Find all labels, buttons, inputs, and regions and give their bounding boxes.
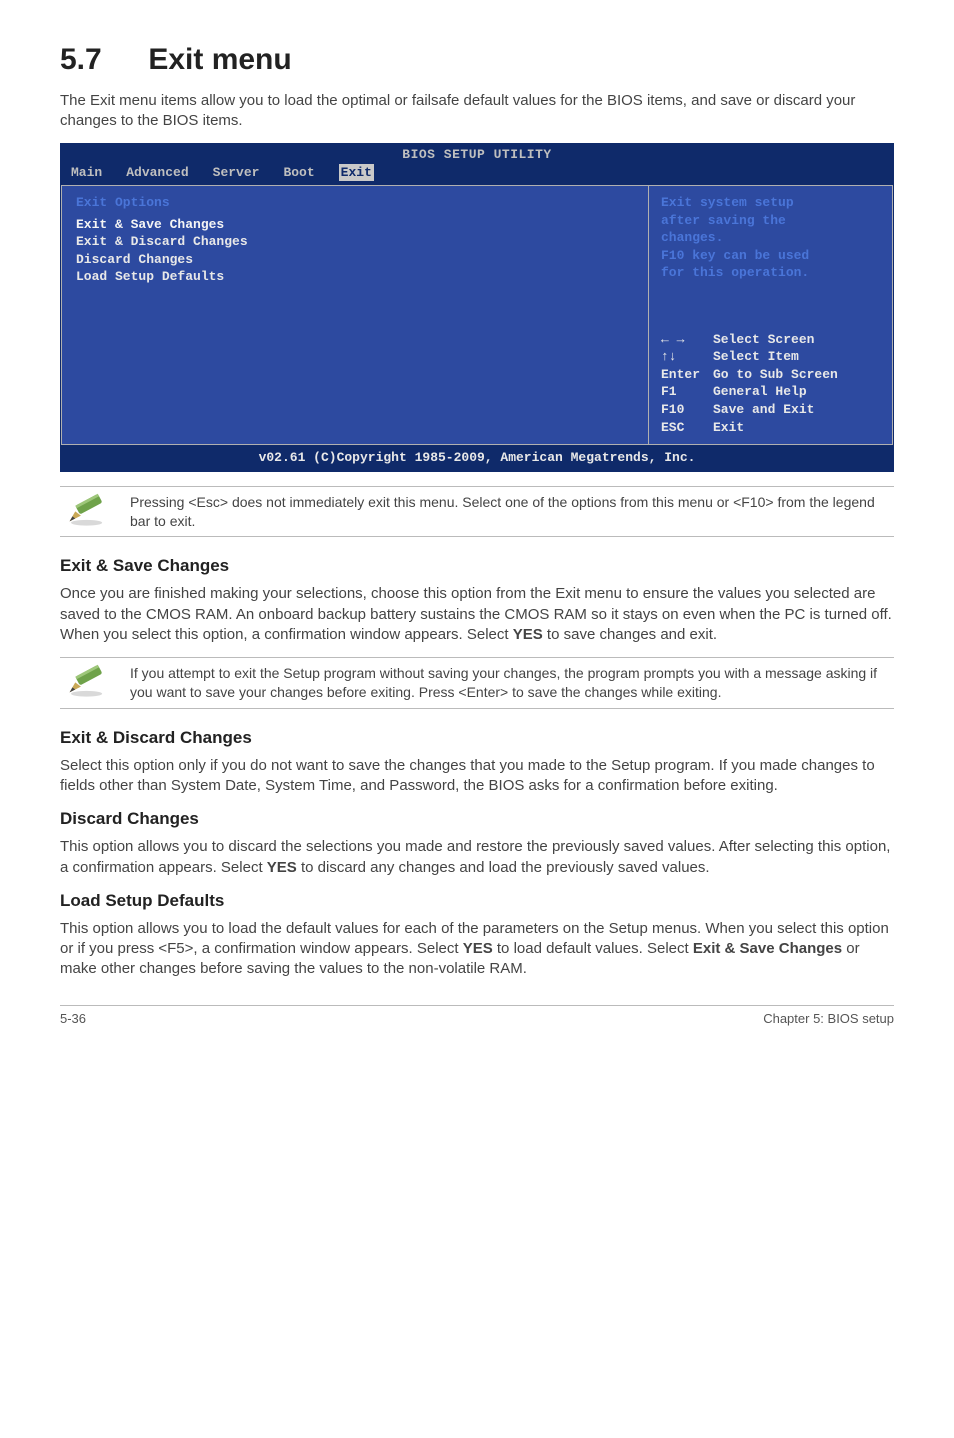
bios-screenshot: BIOS SETUP UTILITY Main Advanced Server … [60,143,894,472]
bios-tab-exit: Exit [339,164,374,182]
bios-left-header: Exit Options [76,194,634,212]
bold-exitsave: Exit & Save Changes [693,940,842,957]
bios-nav-legend: ← →Select Screen ↑↓Select Item EnterGo t… [661,331,880,436]
text-fragment: to discard any changes and load the prev… [297,859,710,876]
section-heading-save: Exit & Save Changes [60,555,894,578]
section-body-save: Once you are finished making your select… [60,584,894,645]
bios-nav-row: ESCExit [661,419,880,437]
bios-title: BIOS SETUP UTILITY [61,144,893,164]
bios-nav-row: F1General Help [661,383,880,401]
bios-nav-label: Select Item [713,348,799,366]
bios-tab-main: Main [71,164,102,182]
bios-nav-row: ← →Select Screen [661,331,880,349]
bios-nav-key: ESC [661,419,713,437]
note-text: If you attempt to exit the Setup program… [130,664,894,702]
bold-yes: YES [513,626,543,643]
bios-right-pane: Exit system setup after saving the chang… [648,185,893,445]
heading-title: Exit menu [148,43,291,76]
bios-nav-label: Exit [713,419,744,437]
section-body-discard: This option allows you to discard the se… [60,837,894,878]
bold-yes: YES [463,940,493,957]
bios-nav-key: ↑↓ [661,348,713,366]
bios-nav-row: ↑↓Select Item [661,348,880,366]
section-heading-discard-exit: Exit & Discard Changes [60,727,894,750]
bios-footer: v02.61 (C)Copyright 1985-2009, American … [61,445,893,471]
note-text: Pressing <Esc> does not immediately exit… [130,493,894,531]
text-fragment: to save changes and exit. [543,626,717,643]
bios-item-save: Exit & Save Changes [76,216,634,234]
bios-help-line: after saving the [661,212,880,230]
pencil-icon [60,664,116,698]
bios-help-line: Exit system setup [661,194,880,212]
chapter-label: Chapter 5: BIOS setup [763,1010,894,1028]
bios-help-line: F10 key can be used [661,247,880,265]
text-fragment: Once you are finished making your select… [60,585,892,643]
bios-nav-label: Go to Sub Screen [713,366,838,384]
heading-number: 5.7 [60,40,140,81]
bios-nav-row: EnterGo to Sub Screen [661,366,880,384]
bios-nav-key: ← → [661,331,713,349]
section-body-load-defaults: This option allows you to load the defau… [60,919,894,980]
bios-item-discard: Discard Changes [76,251,634,269]
page-number: 5-36 [60,1010,86,1028]
bios-tab-server: Server [213,164,260,182]
section-heading-load-defaults: Load Setup Defaults [60,890,894,913]
bios-tab-bar: Main Advanced Server Boot Exit [61,164,893,186]
note-block: If you attempt to exit the Setup program… [60,657,894,709]
bios-nav-key: F1 [661,383,713,401]
bios-item-load-defaults: Load Setup Defaults [76,268,634,286]
bios-tab-boot: Boot [283,164,314,182]
pencil-icon [60,493,116,527]
bios-body: Exit Options Exit & Save Changes Exit & … [61,185,893,445]
page-footer: 5-36 Chapter 5: BIOS setup [60,1005,894,1028]
bios-item-discard-exit: Exit & Discard Changes [76,233,634,251]
section-body-discard-exit: Select this option only if you do not wa… [60,756,894,797]
bios-tab-advanced: Advanced [126,164,188,182]
note-block: Pressing <Esc> does not immediately exit… [60,486,894,538]
bios-nav-row: F10Save and Exit [661,401,880,419]
bios-help-line: for this operation. [661,264,880,282]
bios-nav-label: General Help [713,383,807,401]
bios-nav-label: Save and Exit [713,401,814,419]
bios-nav-label: Select Screen [713,331,814,349]
section-heading-discard: Discard Changes [60,808,894,831]
intro-paragraph: The Exit menu items allow you to load th… [60,91,894,132]
bios-nav-key: F10 [661,401,713,419]
bios-nav-key: Enter [661,366,713,384]
bios-help-text: Exit system setup after saving the chang… [661,194,880,282]
text-fragment: to load default values. Select [493,940,693,957]
bold-yes: YES [267,859,297,876]
bios-help-line: changes. [661,229,880,247]
page-heading: 5.7 Exit menu [60,40,894,81]
bios-left-pane: Exit Options Exit & Save Changes Exit & … [61,185,648,445]
